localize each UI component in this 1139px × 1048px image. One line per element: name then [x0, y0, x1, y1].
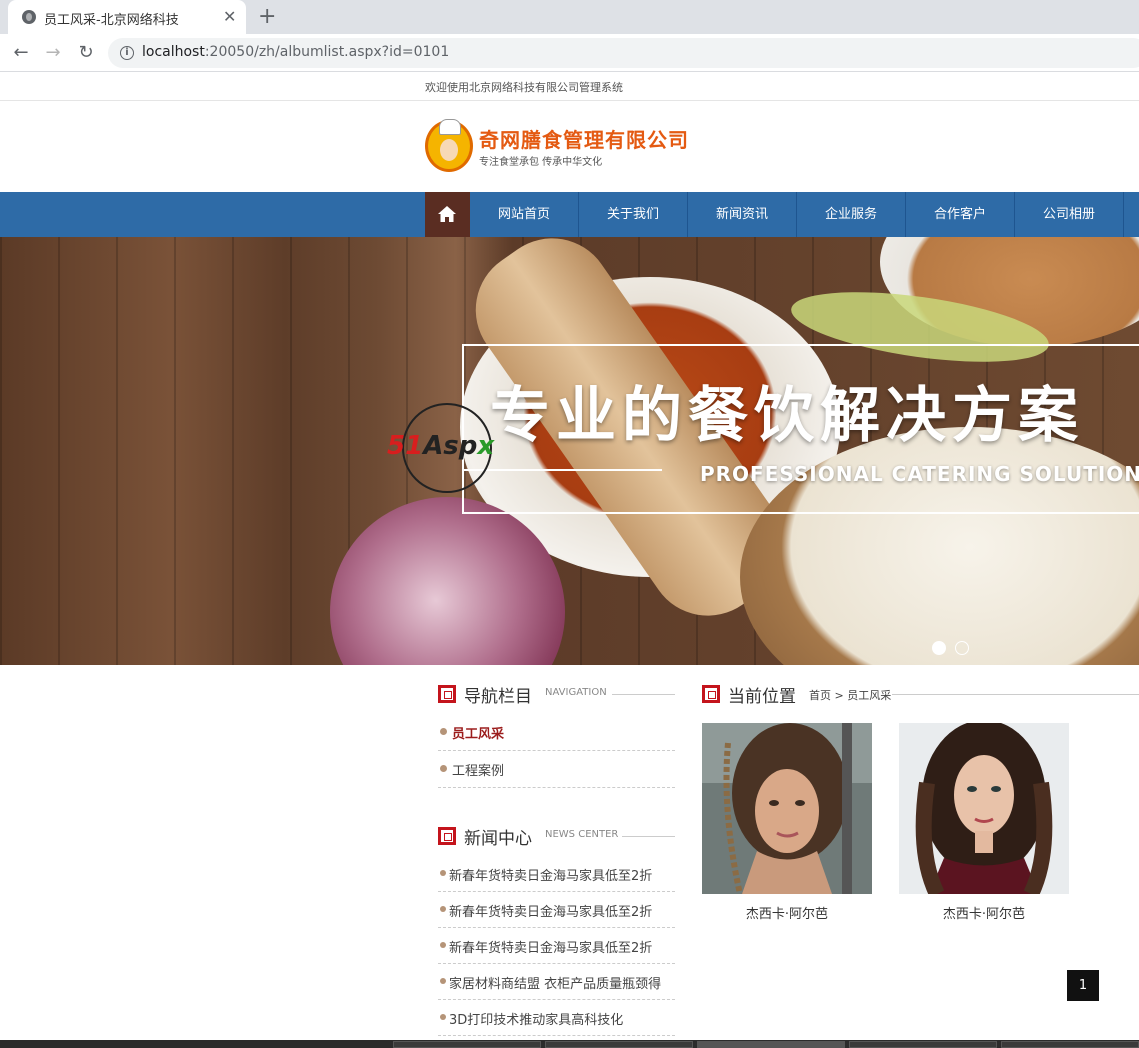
- sidebar-nav-title: 导航栏目: [464, 687, 532, 707]
- taskbar-button[interactable]: [545, 1041, 693, 1048]
- location-title: 当前位置: [728, 687, 796, 707]
- section-square-icon: [702, 685, 720, 703]
- reload-button[interactable]: ↻: [73, 40, 99, 66]
- sidebar-nav-title-en: NAVIGATION: [545, 687, 607, 698]
- nav-item-album[interactable]: 公司相册: [1015, 192, 1124, 237]
- logo-slogan: 专注食堂承包 传承中华文化: [479, 157, 603, 168]
- news-list-item[interactable]: 3D打印技术推动家具高科技化: [438, 1000, 675, 1036]
- portrait-photo[interactable]: [702, 723, 872, 894]
- bullet-icon: [440, 728, 447, 735]
- news-item-title: 新春年货特卖日金海马家具低至2折: [449, 905, 653, 920]
- news-list-item[interactable]: 新春年货特卖日金海马家具低至2折: [438, 856, 675, 892]
- url-host: localhost: [142, 44, 205, 60]
- sidebar-item-staff[interactable]: 员工风采: [438, 714, 675, 751]
- heading-line: [622, 836, 675, 837]
- url-text[interactable]: localhost:20050/zh/albumlist.aspx?id=010…: [142, 44, 449, 60]
- breadcrumb-separator: >: [834, 689, 844, 702]
- sidebar-news-heading: 新闻中心 NEWS CENTER: [438, 824, 675, 849]
- sidebar-item-label: 工程案例: [452, 764, 505, 779]
- bullet-icon: [440, 942, 446, 948]
- bullet-icon: [440, 906, 446, 912]
- section-square-icon: [438, 685, 456, 703]
- info-icon[interactable]: i: [120, 46, 134, 60]
- breadcrumb-current[interactable]: 员工风采: [847, 689, 891, 702]
- logo-title: 奇网膳食管理有限公司: [479, 128, 689, 152]
- heading-line: [612, 694, 675, 695]
- taskbar: [0, 1040, 1139, 1048]
- news-list-item[interactable]: 家居材料商结盟 衣柜产品质量瓶颈得: [438, 964, 675, 1000]
- news-list-item[interactable]: 新春年货特卖日金海马家具低至2折: [438, 928, 675, 964]
- banner-headline: 专业的餐饮解决方案: [490, 381, 1084, 451]
- sidebar-news-title-en: NEWS CENTER: [545, 829, 619, 840]
- heading-line: [892, 694, 1139, 695]
- photo-caption[interactable]: 杰西卡·阿尔芭: [899, 903, 1069, 922]
- url-path: :20050/zh/albumlist.aspx?id=0101: [204, 44, 450, 60]
- photo-caption[interactable]: 杰西卡·阿尔芭: [702, 903, 872, 922]
- globe-icon: [22, 10, 36, 24]
- hero-banner[interactable]: 专业的餐饮解决方案 PROFESSIONAL CATERING SOLUTION…: [0, 237, 1139, 665]
- browser-tab[interactable]: 员工风采-北京网络科技 ✕: [8, 0, 246, 34]
- news-item-title: 新春年货特卖日金海马家具低至2折: [449, 869, 653, 884]
- sidebar-item-cases[interactable]: 工程案例: [438, 751, 675, 788]
- welcome-text: 欢迎使用北京网络科技有限公司管理系统: [425, 81, 623, 94]
- forward-button[interactable]: →: [40, 40, 66, 66]
- slider-dot-2[interactable]: [955, 641, 969, 655]
- breadcrumb: 首页 > 员工风采: [809, 687, 891, 703]
- nav-item-news[interactable]: 新闻资讯: [688, 192, 797, 237]
- chef-logo-icon: [425, 119, 473, 172]
- back-button[interactable]: ←: [8, 40, 34, 66]
- welcome-bar: 欢迎使用北京网络科技有限公司管理系统: [0, 72, 1139, 101]
- main-navigation: 网站首页 关于我们 新闻资讯 企业服务 合作客户 公司相册: [0, 192, 1139, 237]
- news-item-title: 新春年货特卖日金海马家具低至2折: [449, 941, 653, 956]
- new-tab-button[interactable]: +: [258, 4, 276, 30]
- sidebar-news-title: 新闻中心: [464, 829, 532, 849]
- sidebar-nav-heading: 导航栏目 NAVIGATION: [438, 682, 675, 707]
- breadcrumb-home-link[interactable]: 首页: [809, 689, 831, 702]
- taskbar-button[interactable]: [697, 1041, 845, 1048]
- watermark-text: 51Aspx: [387, 431, 495, 461]
- nav-item-home[interactable]: 网站首页: [470, 192, 579, 237]
- slider-dot-1[interactable]: [932, 641, 946, 655]
- taskbar-button[interactable]: [1001, 1041, 1139, 1048]
- nav-item-services[interactable]: 企业服务: [797, 192, 906, 237]
- home-icon: [438, 206, 456, 222]
- news-list-item[interactable]: 新春年货特卖日金海马家具低至2折: [438, 892, 675, 928]
- banner-subtitle: PROFESSIONAL CATERING SOLUTIONS PR: [700, 462, 1139, 486]
- portrait-image: [899, 723, 1069, 894]
- portrait-photo[interactable]: [899, 723, 1069, 894]
- browser-toolbar: ← → ↻ i localhost:20050/zh/albumlist.asp…: [0, 34, 1139, 72]
- pager-page-1[interactable]: 1: [1067, 970, 1099, 1001]
- nav-item-about[interactable]: 关于我们: [579, 192, 688, 237]
- news-item-title: 3D打印技术推动家具高科技化: [449, 1013, 624, 1028]
- browser-tab-bar: 员工风采-北京网络科技 ✕ +: [0, 0, 1139, 34]
- tab-title: 员工风采-北京网络科技: [44, 13, 179, 28]
- bullet-icon: [440, 870, 446, 876]
- bullet-icon: [440, 978, 446, 984]
- close-tab-icon[interactable]: ✕: [223, 7, 236, 27]
- watermark-logo: 51Aspx: [387, 403, 512, 493]
- location-heading: 当前位置: [702, 682, 1139, 707]
- bullet-icon: [440, 1014, 446, 1020]
- address-bar[interactable]: i localhost:20050/zh/albumlist.aspx?id=0…: [108, 38, 1139, 68]
- news-item-title: 家居材料商结盟 衣柜产品质量瓶颈得: [449, 977, 662, 992]
- taskbar-button[interactable]: [849, 1041, 997, 1048]
- section-square-icon: [438, 827, 456, 845]
- sidebar-item-label: 员工风采: [452, 727, 505, 742]
- bullet-icon: [440, 765, 447, 772]
- taskbar-button[interactable]: [393, 1041, 541, 1048]
- nav-item-clients[interactable]: 合作客户: [906, 192, 1015, 237]
- site-logo[interactable]: 奇网膳食管理有限公司 专注食堂承包 传承中华文化: [425, 119, 705, 172]
- portrait-image: [702, 723, 872, 894]
- home-nav-button[interactable]: [425, 192, 470, 237]
